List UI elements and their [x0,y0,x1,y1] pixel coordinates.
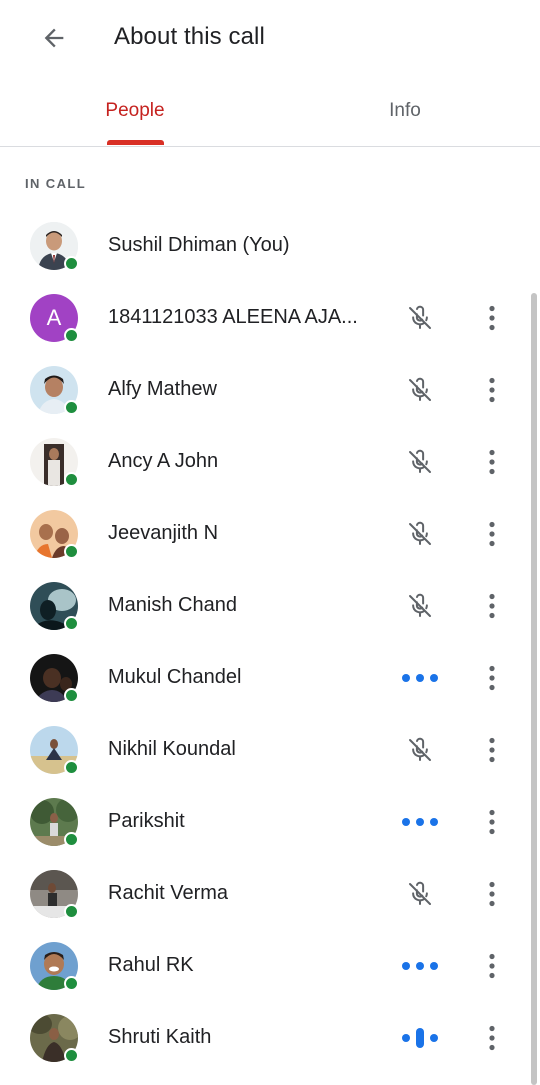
section-label-in-call: IN CALL [25,176,87,191]
participant-row[interactable]: Shruti Kaith [0,1002,540,1074]
audio-dots-icon [396,804,444,840]
online-indicator [64,1048,79,1063]
more-vert-icon [489,305,495,331]
online-indicator [64,688,79,703]
back-button[interactable] [30,16,78,60]
page-title: About this call [114,23,265,50]
participant-row[interactable]: Mukul Chandel [0,642,540,714]
audio-dots-icon [396,660,444,696]
participant-name: Sushil Dhiman (You) [108,234,290,256]
more-options-button[interactable] [472,440,512,484]
participant-row[interactable]: Alfy Mathew [0,354,540,426]
avatar [30,510,79,559]
online-indicator [64,256,79,271]
participant-row[interactable]: Ancy A John [0,426,540,498]
tab-bar: People Info [0,76,540,147]
more-options-button[interactable] [472,512,512,556]
mic-off-icon [396,588,444,624]
online-indicator [64,904,79,919]
arrow-back-icon [44,28,64,48]
participant-row[interactable]: Parikshit [0,786,540,858]
online-indicator [64,328,79,343]
participant-name: 1841121033 ALEENA AJA... [108,306,358,328]
more-vert-icon [489,809,495,835]
more-options-button[interactable] [472,872,512,916]
more-options-button[interactable] [472,296,512,340]
online-indicator [64,976,79,991]
participant-name: Nikhil Koundal [108,738,236,760]
participant-row[interactable]: Rahul RK [0,930,540,1002]
more-vert-icon [489,881,495,907]
mic-off-icon [396,876,444,912]
participant-row[interactable]: Sushil Dhiman (You) [0,210,540,282]
avatar: A [30,294,79,343]
speaking-indicator-icon [396,1020,444,1056]
active-tab-indicator [107,140,164,145]
more-options-button[interactable] [472,368,512,412]
online-indicator [64,400,79,415]
participant-row[interactable]: Nikhil Koundal [0,714,540,786]
avatar [30,726,79,775]
more-vert-icon [489,1025,495,1051]
avatar [30,1014,79,1063]
avatar [30,222,79,271]
more-vert-icon [489,449,495,475]
tab-info[interactable]: Info [270,76,540,146]
mic-off-icon [396,516,444,552]
participant-name: Mukul Chandel [108,666,242,688]
online-indicator [64,544,79,559]
more-options-button[interactable] [472,800,512,844]
avatar [30,798,79,847]
avatar [30,438,79,487]
mic-off-icon [396,300,444,336]
participant-name: Shruti Kaith [108,1026,212,1048]
more-options-button[interactable] [472,1016,512,1060]
participant-row[interactable]: Jeevanjith N [0,498,540,570]
online-indicator [64,616,79,631]
more-vert-icon [489,737,495,763]
audio-dots-icon [396,948,444,984]
participant-name: Rachit Verma [108,882,229,904]
participant-name: Rahul RK [108,954,194,976]
tab-people[interactable]: People [0,76,270,146]
avatar [30,582,79,631]
online-indicator [64,760,79,775]
app-bar: About this call [0,0,540,76]
more-options-button[interactable] [472,728,512,772]
more-vert-icon [489,953,495,979]
mic-off-icon [396,444,444,480]
more-vert-icon [489,593,495,619]
more-vert-icon [489,665,495,691]
participant-name: Manish Chand [108,594,237,616]
online-indicator [64,472,79,487]
more-options-button[interactable] [472,584,512,628]
mic-off-icon [396,372,444,408]
participant-name: Parikshit [108,810,185,832]
online-indicator [64,832,79,847]
mic-off-icon [396,732,444,768]
avatar [30,654,79,703]
more-options-button[interactable] [472,656,512,700]
participant-name: Ancy A John [108,450,219,472]
participant-row[interactable]: A 1841121033 ALEENA AJA... [0,282,540,354]
participant-row[interactable]: Manish Chand [0,570,540,642]
more-vert-icon [489,377,495,403]
scrollbar[interactable] [531,293,537,1085]
avatar [30,870,79,919]
participant-name: Jeevanjith N [108,522,219,544]
participant-name: Alfy Mathew [108,378,217,400]
avatar [30,942,79,991]
more-vert-icon [489,521,495,547]
participant-row[interactable]: Rachit Verma [0,858,540,930]
more-options-button[interactable] [472,944,512,988]
avatar [30,366,79,415]
participant-list: Sushil Dhiman (You) A 1841121033 ALEENA … [0,210,540,1074]
